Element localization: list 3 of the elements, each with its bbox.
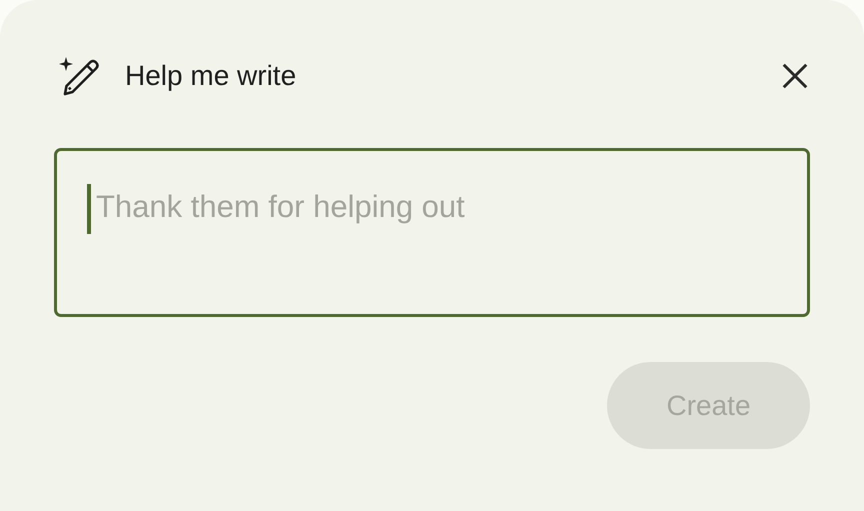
- dialog-title: Help me write: [125, 60, 298, 92]
- input-field[interactable]: Thank them for helping out: [54, 148, 810, 317]
- sparkle-pen-icon: [57, 56, 101, 96]
